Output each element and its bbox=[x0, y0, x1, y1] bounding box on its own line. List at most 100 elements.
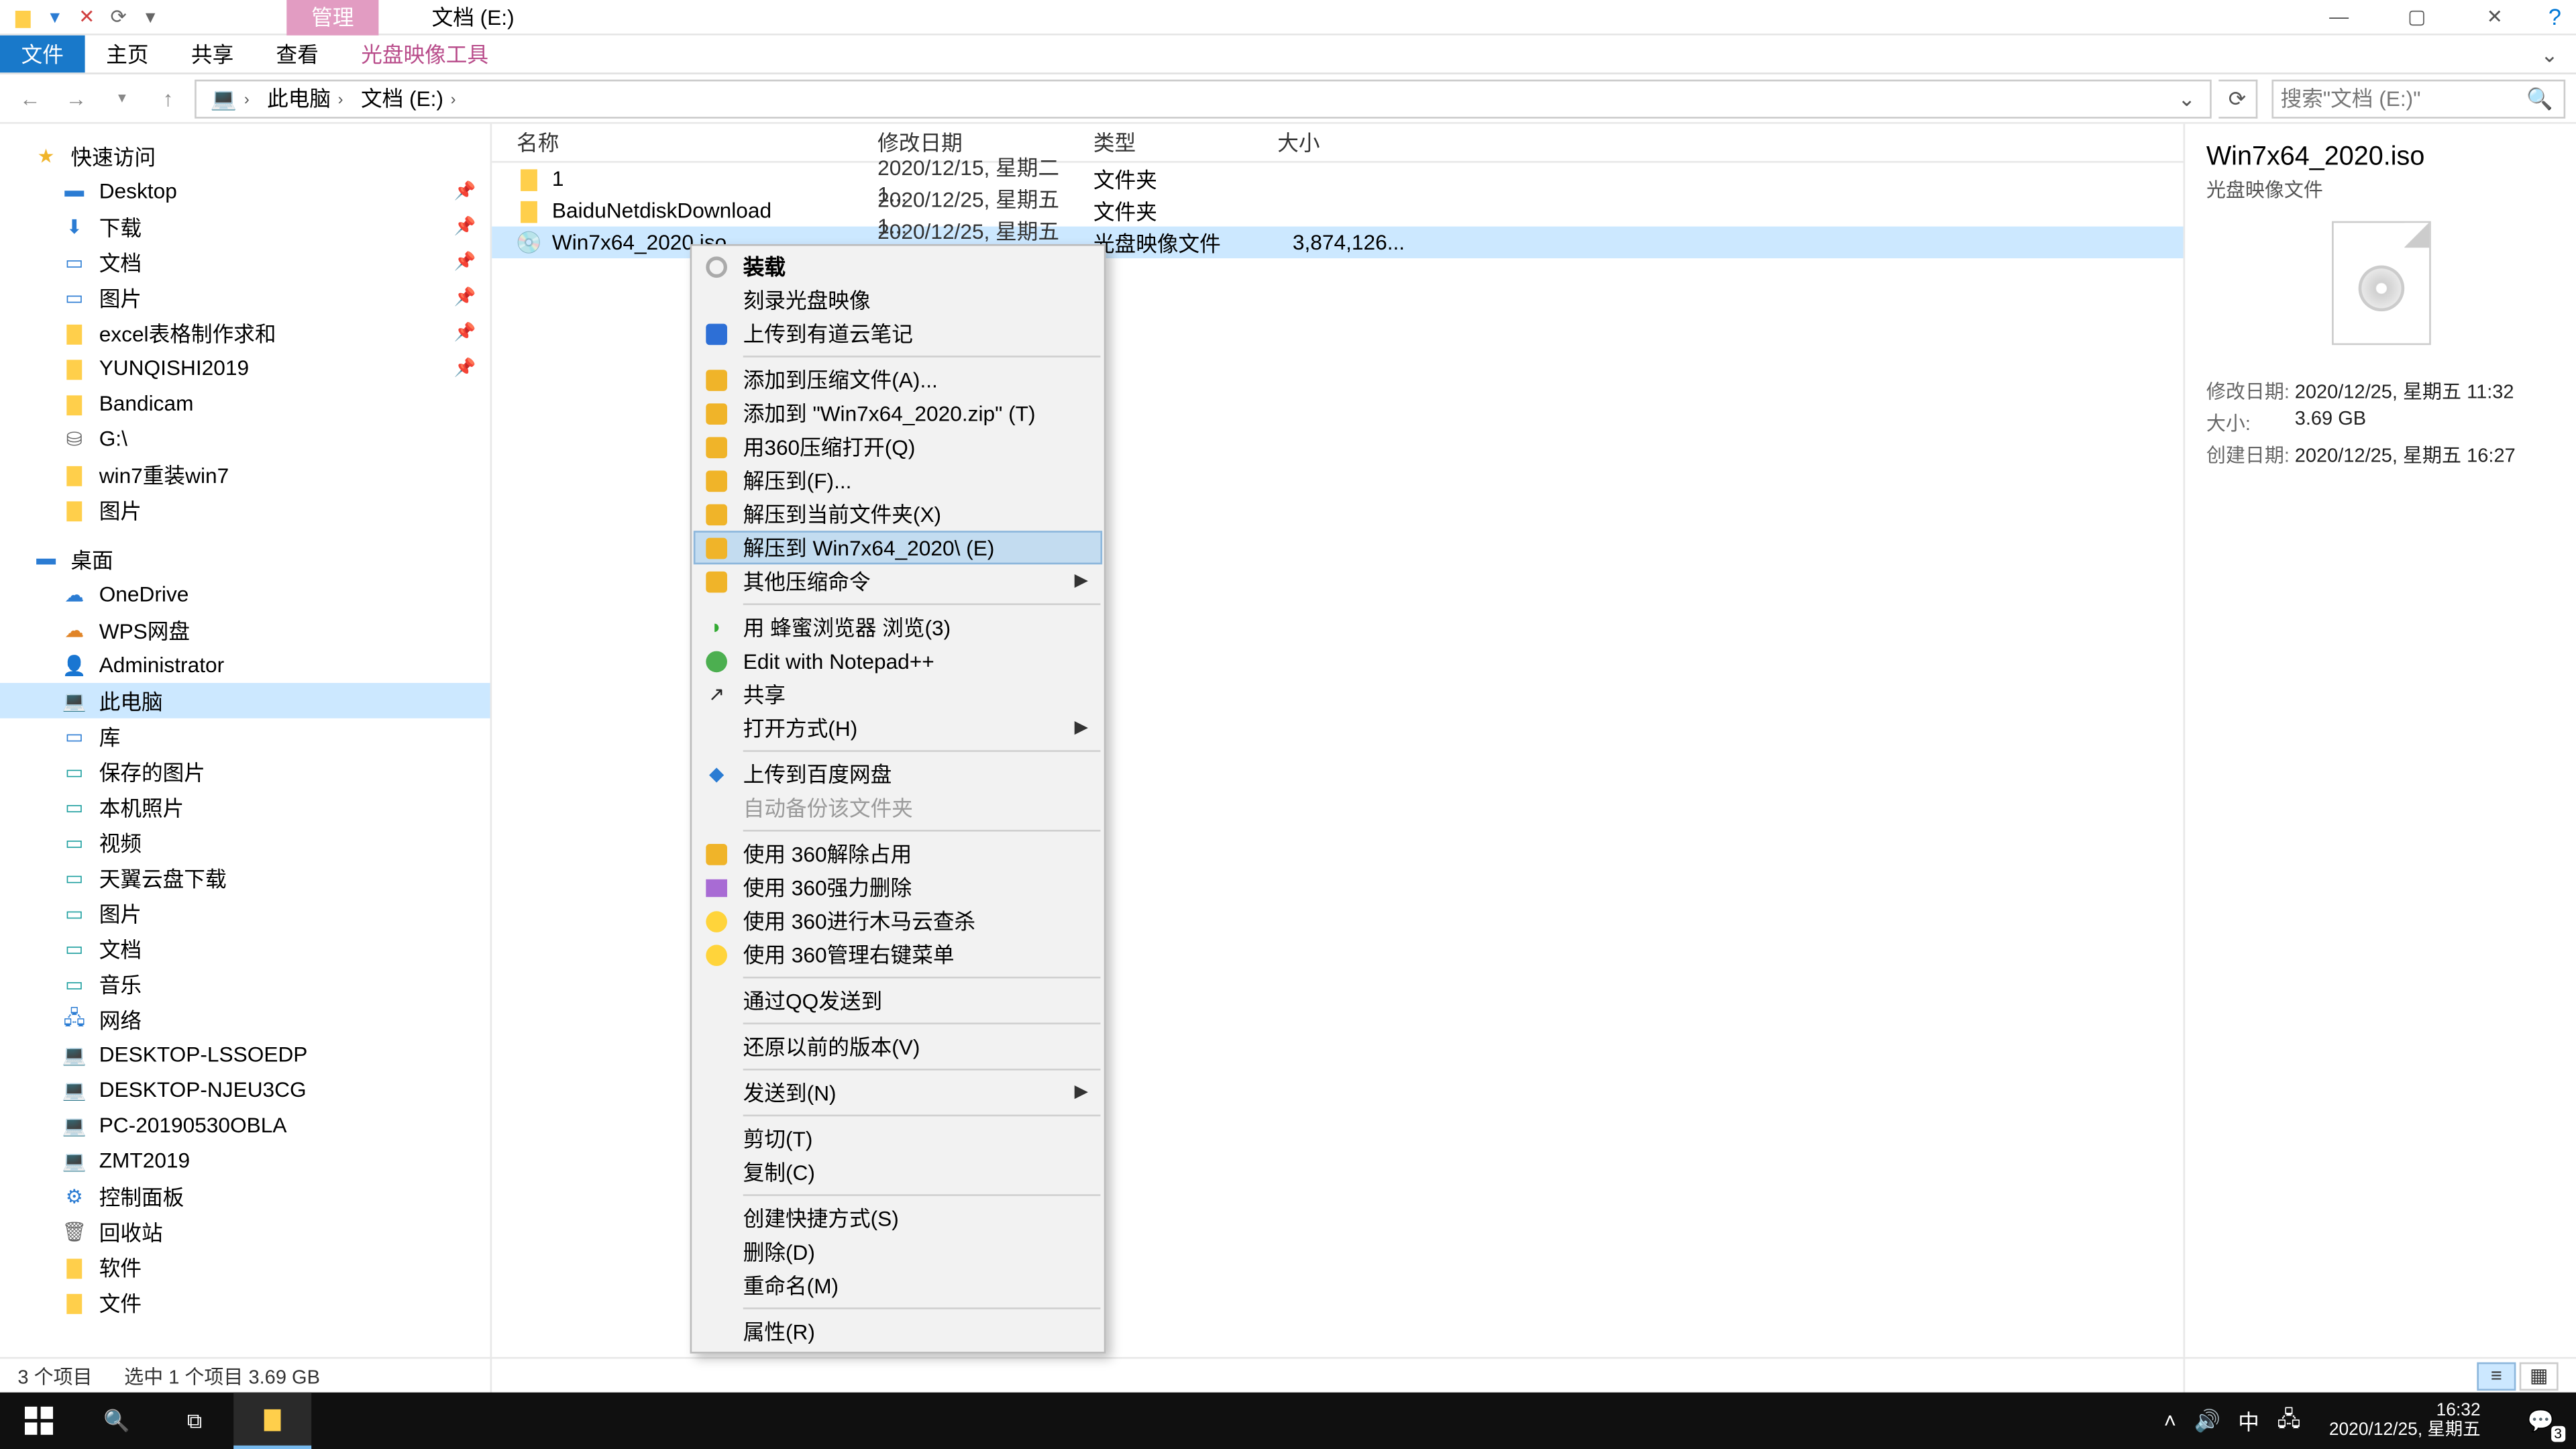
menu-item[interactable]: 通过QQ发送到 bbox=[694, 983, 1102, 1017]
tree-item[interactable]: ▇软件 bbox=[0, 1249, 490, 1285]
menu-item[interactable]: 删除(D) bbox=[694, 1235, 1102, 1269]
menu-item[interactable]: 使用 360进行木马云查杀 bbox=[694, 904, 1102, 938]
task-view-button[interactable]: ⧉ bbox=[156, 1393, 233, 1449]
search-input[interactable]: 搜索"文档 (E:)" 🔍 bbox=[2271, 78, 2565, 117]
tree-item[interactable]: ▭文档📌 bbox=[0, 244, 490, 280]
ribbon-expand-button[interactable]: ⌄ bbox=[2523, 36, 2576, 72]
col-type[interactable]: 类型 bbox=[1093, 127, 1277, 158]
tree-libraries[interactable]: ▭库 bbox=[0, 718, 490, 754]
tree-item[interactable]: ▇文件 bbox=[0, 1285, 490, 1320]
tree-item[interactable]: 🗑回收站 bbox=[0, 1214, 490, 1249]
menu-item[interactable]: 复制(C) bbox=[694, 1155, 1102, 1189]
tab-view[interactable]: 查看 bbox=[255, 36, 340, 72]
tree-item[interactable]: 💻DESKTOP-NJEU3CG bbox=[0, 1072, 490, 1108]
menu-item[interactable]: 用360压缩打开(Q) bbox=[694, 430, 1102, 464]
nav-recent-button[interactable]: ▾ bbox=[103, 78, 142, 117]
qat-redo-icon[interactable]: ⟳ bbox=[103, 3, 134, 31]
menu-item[interactable]: 创建快捷方式(S) bbox=[694, 1201, 1102, 1235]
menu-item[interactable]: 重命名(M) bbox=[694, 1269, 1102, 1302]
tree-item[interactable]: ☁WPS网盘 bbox=[0, 612, 490, 648]
menu-item[interactable]: 刻录光盘映像 bbox=[694, 283, 1102, 317]
breadcrumb-dropdown[interactable]: ⌄ bbox=[2171, 86, 2202, 111]
tree-item[interactable]: ▇YUNQISHI2019📌 bbox=[0, 350, 490, 386]
search-button[interactable]: 🔍 bbox=[78, 1393, 156, 1449]
ime-indicator[interactable]: 中 bbox=[2238, 1405, 2259, 1436]
menu-item[interactable]: 使用 360解除占用 bbox=[694, 837, 1102, 870]
qat-undo-icon[interactable]: ✕ bbox=[70, 3, 102, 31]
taskbar[interactable]: 🔍 ⧉ ▇ ˄ 🔊 中 🖧 16:32 2020/12/25, 星期五 💬3 bbox=[0, 1393, 2576, 1449]
tree-item[interactable]: ▭保存的图片 bbox=[0, 754, 490, 790]
tree-item[interactable]: ▭音乐 bbox=[0, 966, 490, 1002]
tree-item[interactable]: ⛁G:\ bbox=[0, 421, 490, 457]
nav-up-button[interactable]: ↑ bbox=[149, 78, 188, 117]
menu-item[interactable]: ◆上传到百度网盘 bbox=[694, 757, 1102, 791]
nav-back-button[interactable]: ← bbox=[11, 78, 50, 117]
breadcrumb[interactable]: 💻› 此电脑› 文档 (E:)› ⌄ bbox=[195, 78, 2212, 117]
context-menu[interactable]: 装载刻录光盘映像上传到有道云笔记添加到压缩文件(A)...添加到 "Win7x6… bbox=[690, 244, 1106, 1354]
tab-home[interactable]: 主页 bbox=[85, 36, 170, 72]
tree-item[interactable]: ▭图片📌 bbox=[0, 280, 490, 315]
explorer-taskbar-button[interactable]: ▇ bbox=[233, 1393, 311, 1449]
menu-item[interactable]: 还原以前的版本(V) bbox=[694, 1030, 1102, 1063]
tree-item[interactable]: ▭视频 bbox=[0, 824, 490, 860]
tree-item[interactable]: ⬇下载📌 bbox=[0, 209, 490, 244]
breadcrumb-root[interactable]: 此电脑› bbox=[260, 83, 351, 113]
refresh-button[interactable]: ⟳ bbox=[2218, 78, 2257, 117]
tree-item[interactable]: ▇excel表格制作求和📌 bbox=[0, 315, 490, 350]
menu-item[interactable]: 添加到 "Win7x64_2020.zip" (T) bbox=[694, 396, 1102, 430]
volume-icon[interactable]: 🔊 bbox=[2194, 1408, 2220, 1433]
col-size[interactable]: 大小 bbox=[1277, 127, 1415, 158]
tree-item[interactable]: 👤Administrator bbox=[0, 647, 490, 683]
tree-item[interactable]: ▭文档 bbox=[0, 930, 490, 966]
menu-item[interactable]: ↗共享 bbox=[694, 678, 1102, 711]
menu-item[interactable]: 发送到(N)▶ bbox=[694, 1076, 1102, 1110]
breadcrumb-pc-icon[interactable]: 💻› bbox=[203, 86, 256, 111]
file-row[interactable]: ▇1 2020/12/15, 星期二 1...文件夹 bbox=[492, 163, 2183, 195]
view-details-button[interactable]: ≡ bbox=[2477, 1361, 2516, 1389]
system-tray[interactable]: ˄ 🔊 中 🖧 16:32 2020/12/25, 星期五 💬3 bbox=[2164, 1393, 2576, 1449]
menu-item[interactable]: Edit with Notepad++ bbox=[694, 644, 1102, 678]
tree-this-pc[interactable]: 💻此电脑 bbox=[0, 683, 490, 718]
col-name[interactable]: 名称 bbox=[492, 127, 877, 158]
tree-item[interactable]: ▇Bandicam bbox=[0, 386, 490, 421]
tray-chevron-icon[interactable]: ˄ bbox=[2164, 1408, 2177, 1433]
maximize-button[interactable]: ▢ bbox=[2378, 0, 2456, 34]
menu-item[interactable]: 装载 bbox=[694, 250, 1102, 283]
tree-item[interactable]: ▭图片 bbox=[0, 896, 490, 931]
menu-item[interactable]: 使用 360管理右键菜单 bbox=[694, 938, 1102, 971]
tree-quick-access[interactable]: ★快速访问 bbox=[0, 138, 490, 174]
breadcrumb-current[interactable]: 文档 (E:)› bbox=[354, 83, 463, 113]
help-button[interactable]: ? bbox=[2534, 0, 2576, 34]
clock[interactable]: 16:32 2020/12/25, 星期五 bbox=[2318, 1401, 2491, 1440]
tree-item[interactable]: ☁OneDrive bbox=[0, 577, 490, 612]
tree-item[interactable]: ▭本机照片 bbox=[0, 789, 490, 824]
minimize-button[interactable]: — bbox=[2300, 0, 2378, 34]
nav-forward-button[interactable]: → bbox=[56, 78, 95, 117]
menu-item[interactable]: 添加到压缩文件(A)... bbox=[694, 363, 1102, 396]
tree-item[interactable]: ▇win7重装win7 bbox=[0, 456, 490, 492]
tree-item[interactable]: ⚙控制面板 bbox=[0, 1179, 490, 1214]
tab-share[interactable]: 共享 bbox=[170, 36, 255, 72]
network-icon[interactable]: 🖧 bbox=[2277, 1402, 2300, 1439]
file-row[interactable]: ▇BaiduNetdiskDownload 2020/12/25, 星期五 1.… bbox=[492, 195, 2183, 226]
tree-item[interactable]: ▭天翼云盘下载 bbox=[0, 860, 490, 896]
menu-item[interactable]: 其他压缩命令▶ bbox=[694, 564, 1102, 598]
menu-item[interactable]: 剪切(T) bbox=[694, 1122, 1102, 1155]
tree-item[interactable]: ▇图片 bbox=[0, 492, 490, 527]
tree-item[interactable]: 💻PC-20190530OBLA bbox=[0, 1108, 490, 1143]
action-center-button[interactable]: 💬3 bbox=[2509, 1393, 2573, 1449]
tree-network[interactable]: 🖧网络 bbox=[0, 1002, 490, 1037]
start-button[interactable] bbox=[0, 1393, 78, 1449]
tab-file[interactable]: 文件 bbox=[0, 36, 85, 72]
qat-save-icon[interactable]: ▾ bbox=[39, 3, 70, 31]
menu-item[interactable]: 解压到 Win7x64_2020\ (E) bbox=[694, 531, 1102, 564]
menu-item[interactable]: 解压到当前文件夹(X) bbox=[694, 497, 1102, 531]
menu-item[interactable]: 解压到(F)... bbox=[694, 464, 1102, 497]
menu-item[interactable]: 上传到有道云笔记 bbox=[694, 317, 1102, 350]
menu-item[interactable]: 打开方式(H)▶ bbox=[694, 711, 1102, 745]
column-headers[interactable]: 名称 修改日期 类型 大小 bbox=[492, 124, 2183, 163]
close-button[interactable]: ✕ bbox=[2456, 0, 2534, 34]
tree-item[interactable]: 💻ZMT2019 bbox=[0, 1143, 490, 1179]
view-icons-button[interactable]: ▦ bbox=[2520, 1361, 2559, 1389]
tree-item[interactable]: 💻DESKTOP-LSSOEDP bbox=[0, 1037, 490, 1073]
